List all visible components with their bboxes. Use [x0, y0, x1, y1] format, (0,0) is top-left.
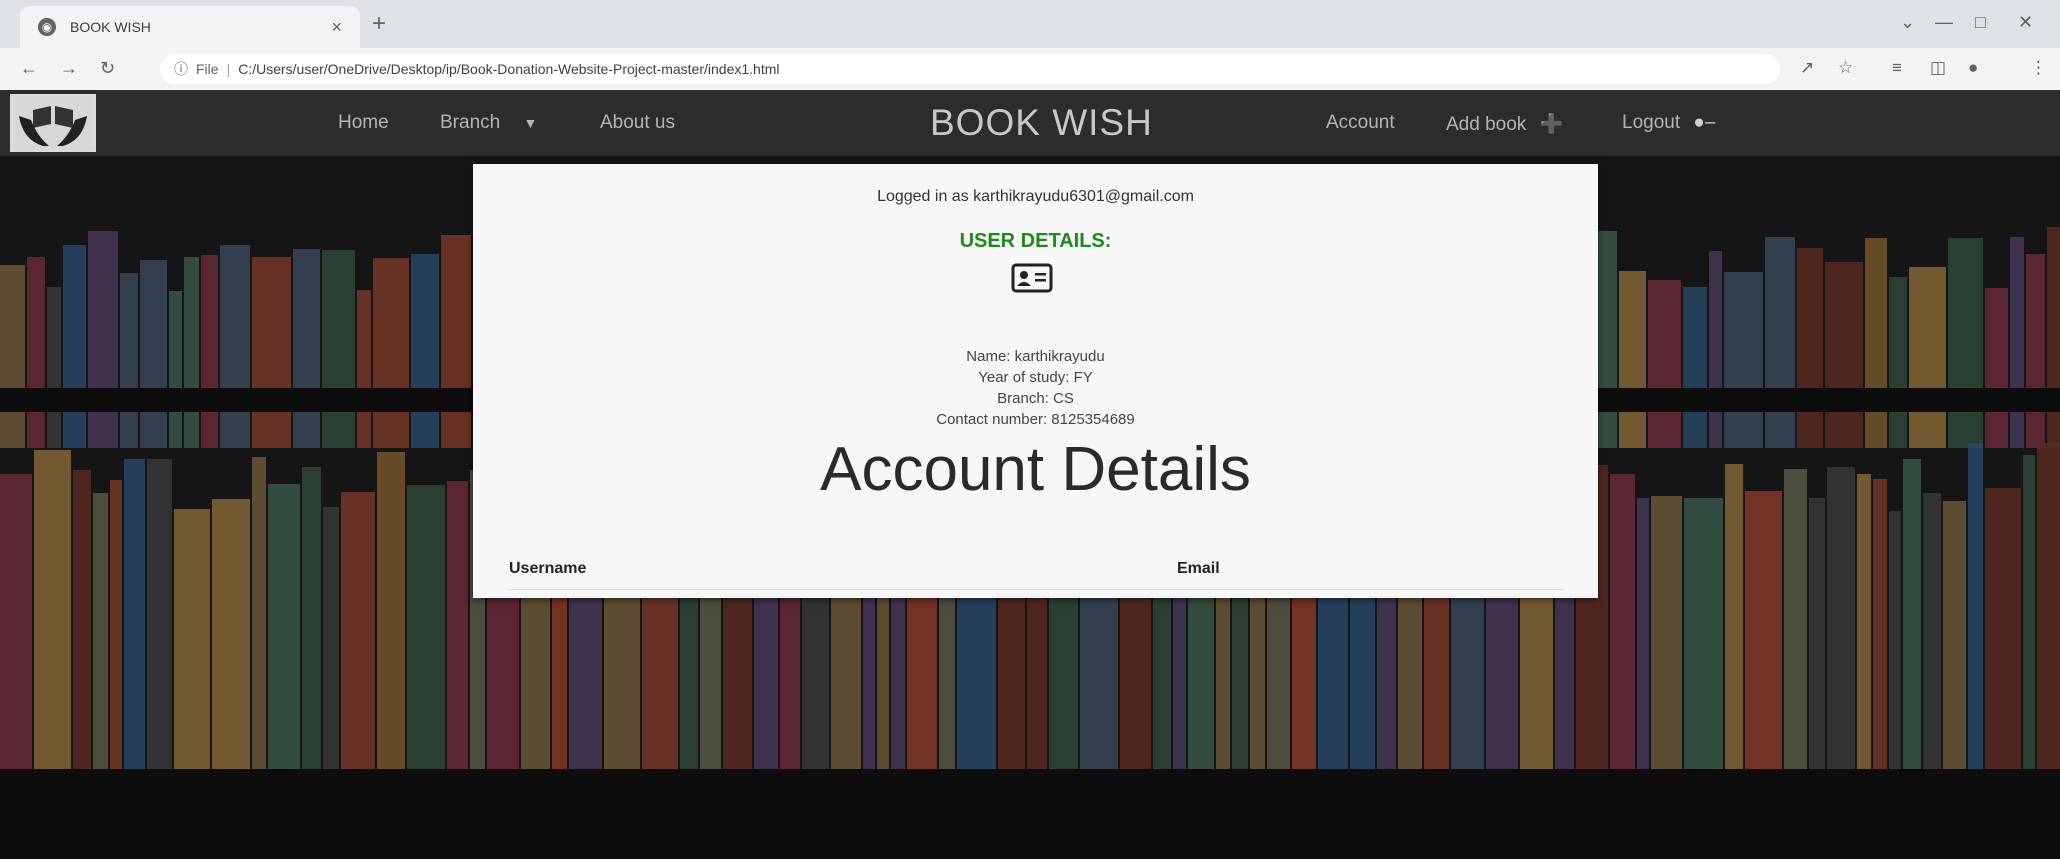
- web-page: Home Branch ▼ About us BOOK WISH Account…: [0, 90, 2060, 859]
- book-spine: [1943, 501, 1966, 790]
- file-label: File: [196, 61, 219, 77]
- book-hands-logo-icon: [13, 96, 93, 150]
- nav-home[interactable]: Home: [338, 112, 389, 134]
- user-name: Name: karthikrayudu: [966, 348, 1105, 365]
- menu-icon[interactable]: ⋮: [2030, 58, 2047, 78]
- logo[interactable]: [10, 94, 96, 152]
- close-window-icon[interactable]: ✕: [2018, 12, 2033, 33]
- book-spine: [1985, 488, 2021, 790]
- brand-title[interactable]: BOOK WISH: [930, 102, 1153, 144]
- book-spine: [1809, 498, 1825, 790]
- book-spine: [323, 507, 339, 790]
- back-icon[interactable]: ←: [20, 58, 38, 79]
- nav-add-book[interactable]: Add book ➕: [1446, 112, 1563, 136]
- book-spine: [1651, 496, 1682, 790]
- forward-icon[interactable]: →: [60, 58, 78, 79]
- book-spine: [1827, 467, 1855, 790]
- book-spine: [2037, 443, 2060, 790]
- book-spine: [147, 459, 172, 790]
- book-spine: [0, 474, 32, 790]
- address-bar-row: ← → ↻ ⓘ File | C:/Users/user/OneDrive/De…: [0, 48, 2060, 91]
- table-header-email: Email: [1177, 560, 1220, 577]
- plus-circle-icon: ➕: [1539, 114, 1564, 135]
- account-details-heading: Account Details: [820, 435, 1251, 504]
- nav-branch[interactable]: Branch ▼: [440, 112, 537, 134]
- book-spine: [1903, 459, 1921, 790]
- book-spine: [1784, 469, 1807, 790]
- book-spine: [1857, 474, 1871, 790]
- new-tab-button[interactable]: +: [372, 10, 386, 38]
- book-spine: [174, 509, 210, 790]
- globe-icon: ◉: [38, 18, 56, 36]
- book-spine: [407, 485, 445, 790]
- book-spine: [93, 493, 108, 790]
- book-spine: [1684, 498, 1723, 790]
- book-spine: [73, 470, 91, 790]
- book-spine: [1725, 464, 1743, 790]
- nav-account[interactable]: Account: [1326, 112, 1395, 134]
- navbar: Home Branch ▼ About us BOOK WISH Account…: [0, 90, 2060, 156]
- user-minus-icon: ●–: [1693, 112, 1716, 133]
- tab-search-icon[interactable]: ⌄: [1900, 12, 1915, 33]
- book-spine: [1637, 498, 1649, 790]
- user-branch: Branch: CS: [997, 390, 1074, 407]
- profile-icon[interactable]: ●: [1968, 58, 1978, 78]
- book-spine: [1610, 474, 1635, 790]
- table-header-divider: [509, 589, 1564, 590]
- book-spine: [124, 459, 145, 790]
- book-spine: [1923, 493, 1941, 790]
- user-contact: Contact number: 8125354689: [936, 411, 1135, 428]
- nav-about-us[interactable]: About us: [600, 112, 675, 134]
- book-spine: [34, 450, 71, 790]
- book-spine: [447, 481, 468, 790]
- minimize-icon[interactable]: —: [1935, 12, 1953, 33]
- address-bar[interactable]: ⓘ File | C:/Users/user/OneDrive/Desktop/…: [160, 54, 1780, 84]
- shelf-board-bottom: [0, 769, 2060, 859]
- book-spine: [110, 480, 122, 790]
- url-text[interactable]: C:/Users/user/OneDrive/Desktop/ip/Book-D…: [238, 61, 779, 77]
- close-tab-icon[interactable]: ×: [331, 17, 342, 38]
- book-spine: [2023, 455, 2035, 790]
- nav-branch-label: Branch: [440, 112, 501, 133]
- book-spine: [341, 492, 375, 790]
- account-card: Logged in as karthikrayudu6301@gmail.com…: [473, 164, 1598, 598]
- book-spine: [1889, 511, 1901, 790]
- user-details-heading: USER DETAILS:: [959, 230, 1112, 252]
- book-spine: [1745, 491, 1782, 790]
- book-spine: [212, 499, 250, 790]
- caret-down-icon: ▼: [523, 115, 538, 131]
- separator: |: [226, 61, 231, 77]
- id-card-icon: [1011, 263, 1053, 293]
- book-spine: [302, 467, 321, 790]
- book-spine: [268, 484, 300, 790]
- user-year: Year of study: FY: [978, 369, 1093, 386]
- share-icon[interactable]: ↗: [1800, 58, 1814, 78]
- star-icon[interactable]: ☆: [1838, 58, 1853, 78]
- table-header-username: Username: [509, 560, 587, 577]
- nav-add-book-label: Add book: [1446, 114, 1527, 135]
- nav-logout-label: Logout: [1622, 112, 1681, 133]
- browser-tab-bar: ◉ BOOK WISH × + ⌄ — □ ✕: [0, 0, 2060, 48]
- book-spine: [252, 457, 266, 790]
- book-spine: [1968, 443, 1983, 790]
- maximize-icon[interactable]: □: [1975, 12, 1986, 33]
- nav-logout[interactable]: Logout ●–: [1622, 112, 1715, 134]
- book-spine: [1873, 479, 1887, 790]
- sidepanel-icon[interactable]: ◫: [1930, 58, 1946, 78]
- book-spine: [377, 452, 405, 790]
- reading-list-icon[interactable]: ≡: [1892, 58, 1902, 78]
- browser-tab[interactable]: ◉ BOOK WISH ×: [20, 6, 360, 48]
- info-icon[interactable]: ⓘ: [174, 59, 188, 79]
- logged-in-text: Logged in as karthikrayudu6301@gmail.com: [877, 188, 1194, 205]
- tab-title: BOOK WISH: [70, 19, 151, 35]
- reload-icon[interactable]: ↻: [100, 58, 115, 79]
